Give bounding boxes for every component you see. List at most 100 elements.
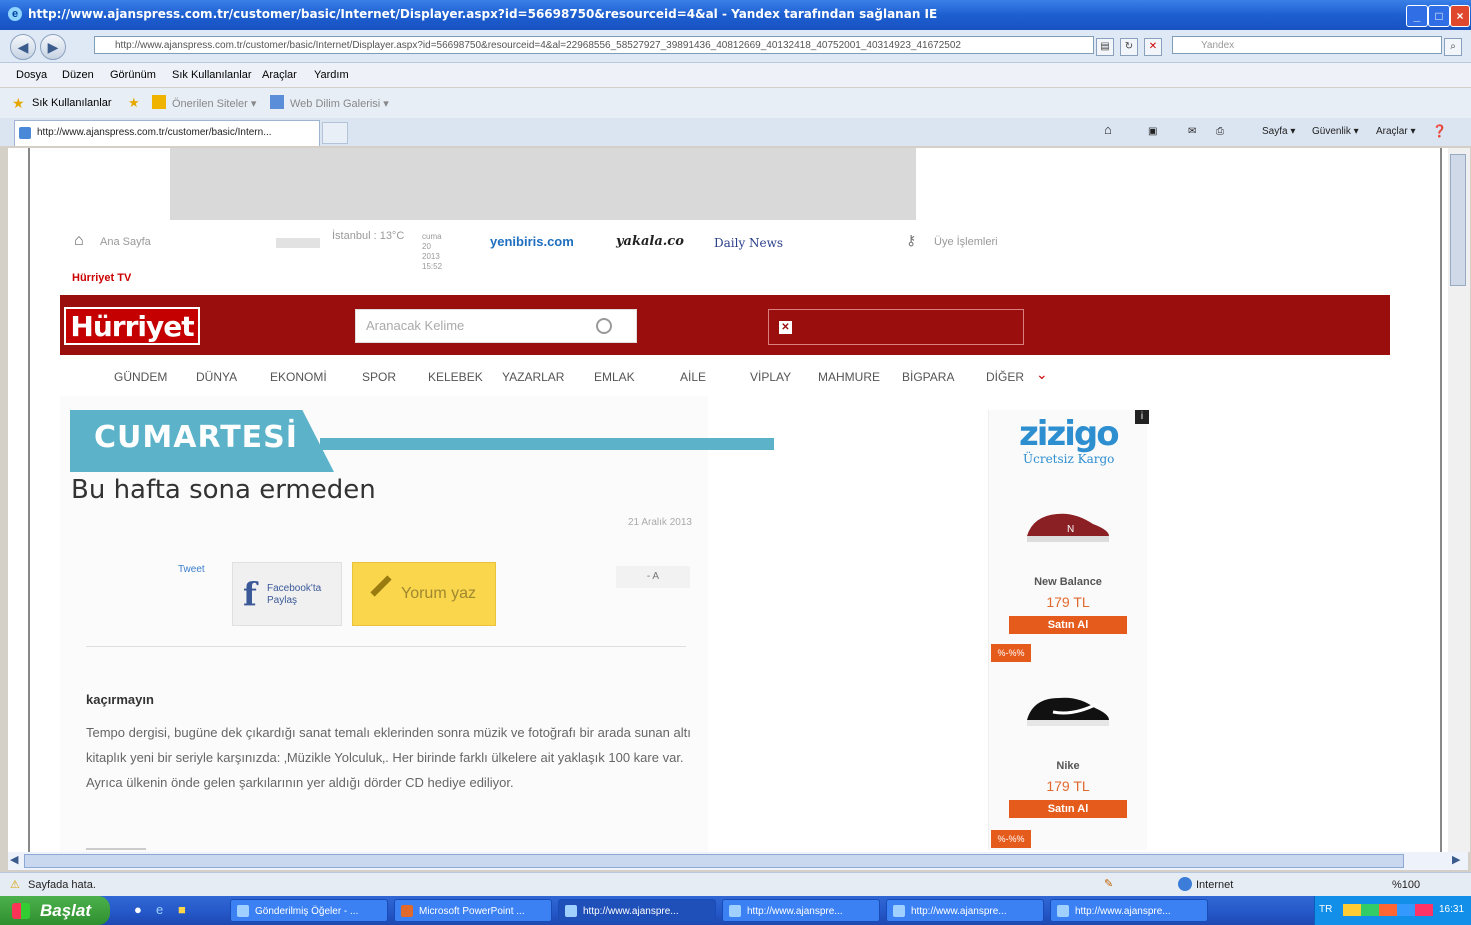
close-icon[interactable]: ✕ [779,321,792,334]
web-slice-gallery[interactable]: Web Dilim Galerisi ▾ [290,97,389,110]
scroll-right-icon[interactable]: ▶ [1452,853,1460,866]
feeds-icon[interactable]: ▣ [1148,126,1157,137]
home-link[interactable]: Ana Sayfa [100,236,151,248]
warning-icon[interactable]: ⚠ [10,878,20,891]
task-label: Microsoft PowerPoint ... [419,906,525,917]
add-favorite-icon[interactable]: ★ [128,95,140,111]
font-size-control[interactable]: - A [616,566,690,588]
site-search-input[interactable]: Aranacak Kelime [355,309,637,343]
ie-icon [893,905,905,917]
tweet-button[interactable]: Tweet [178,564,205,575]
page-viewport: ⌂ Ana Sayfa İstanbul : 13°C cuma 20 2013… [8,148,1448,852]
status-text[interactable]: Sayfada hata. [28,879,96,891]
buy-button[interactable]: Satın Al [1009,800,1127,818]
system-tray: TR 16:31 [1314,896,1471,925]
tray-icons[interactable] [1343,904,1433,916]
nav-bigpara[interactable]: BİGPARA [902,370,954,384]
vertical-scroll-thumb[interactable] [1450,154,1466,286]
taskbar-item[interactable]: http://www.ajanspre... [558,899,716,922]
nav-kelebek[interactable]: KELEBEK [428,370,483,384]
windows-flag-icon [12,903,30,919]
taskbar-item[interactable]: Microsoft PowerPoint ... [394,899,552,922]
clock[interactable]: 16:31 [1439,904,1464,915]
home-icon[interactable]: ⌂ [1104,122,1112,137]
top-ad-banner[interactable] [170,148,916,220]
search-icon[interactable] [596,318,612,334]
menu-tools[interactable]: Araçlar [262,69,297,81]
shoe-image-new-balance[interactable]: N [1023,502,1113,546]
buy-button[interactable]: Satın Al [1009,616,1127,634]
shoe-image-nike[interactable] [1023,686,1113,730]
search-icon[interactable]: ⌕ [1444,38,1462,56]
page-menu[interactable]: Sayfa ▾ [1262,126,1295,137]
zizigo-ad[interactable]: zizigo Ücretsiz Kargo i N New Balance 17… [988,410,1149,850]
quicklaunch-icon[interactable]: ● [134,902,142,917]
ad-info-icon[interactable]: i [1135,410,1149,424]
ie-quicklaunch-icon[interactable]: e [156,902,163,917]
taskbar-item[interactable]: http://www.ajanspre... [886,899,1044,922]
print-icon[interactable]: ⎙ [1216,126,1224,137]
close-button[interactable]: × [1450,5,1470,27]
suggested-sites[interactable]: Önerilen Siteler ▾ [172,97,256,110]
language-indicator[interactable]: TR [1319,904,1332,915]
menu-favorites[interactable]: Sık Kullanılanlar [172,69,252,81]
comment-button[interactable]: Yorum yaz [352,562,496,626]
taskbar-item[interactable]: http://www.ajanspre... [1050,899,1208,922]
facebook-share-button[interactable]: f Facebook'ta Paylaş [232,562,342,626]
help-icon[interactable]: ❓ [1432,124,1447,138]
menu-help[interactable]: Yardım [314,69,349,81]
menu-file[interactable]: Dosya [16,69,47,81]
minimize-button[interactable]: _ [1406,5,1428,27]
nav-ekonomi[interactable]: EKONOMİ [270,370,327,384]
stop-icon[interactable]: ✕ [1144,38,1162,56]
nav-diger[interactable]: DİĞER [986,370,1024,384]
menu-edit[interactable]: Düzen [62,69,94,81]
tools-menu[interactable]: Araçlar ▾ [1376,126,1415,137]
refresh-icon[interactable]: ↻ [1120,38,1138,56]
nav-aile[interactable]: AİLE [680,370,706,384]
new-tab-button[interactable] [322,122,348,144]
chevron-down-icon[interactable]: ⌄ [1036,366,1048,383]
horizontal-scroll-thumb[interactable] [24,854,1404,868]
folder-quicklaunch-icon[interactable]: ■ [178,902,186,917]
nav-viplay[interactable]: VİPLAY [750,370,791,384]
site-logo[interactable]: Hürriyet [64,307,200,345]
home-icon[interactable]: ⌂ [74,232,84,250]
horizontal-scrollbar[interactable]: ◀ ▶ [8,852,1468,870]
site-nav: GÜNDEM DÜNYA EKONOMİ SPOR KELEBEK YAZARL… [60,358,1390,394]
favorites-label[interactable]: Sık Kullanılanlar [32,97,112,109]
member-link[interactable]: Üye İşlemleri [934,236,998,248]
nav-mahmure[interactable]: MAHMURE [818,370,880,384]
comment-label: Yorum yaz [401,585,476,602]
yakala-logo[interactable]: yakala.co [616,234,684,249]
header-ad-box[interactable]: ✕ [768,309,1024,345]
forward-button[interactable]: ▶ [40,34,66,60]
zizigo-logo[interactable]: zizigo [1019,414,1120,454]
search-input[interactable]: Yandex [1172,36,1442,54]
menu-view[interactable]: Görünüm [110,69,156,81]
browser-tab[interactable]: http://www.ajanspress.com.tr/customer/ba… [14,120,320,146]
key-icon: ⚷ [906,232,917,248]
nav-gundem[interactable]: GÜNDEM [114,370,167,384]
taskbar-item[interactable]: http://www.ajanspre... [722,899,880,922]
nav-yazarlar[interactable]: YAZARLAR [502,370,564,384]
compat-view-icon[interactable]: ▤ [1096,38,1114,56]
zoom-level[interactable]: %100 [1392,879,1420,891]
daily-news-logo[interactable]: Daily News [714,236,783,250]
hurriyet-tv-link[interactable]: Hürriyet TV [72,272,131,284]
scroll-left-icon[interactable]: ◀ [10,853,18,866]
maximize-button[interactable]: □ [1428,5,1450,27]
powerpoint-icon [401,905,413,917]
nav-spor[interactable]: SPOR [362,370,396,384]
nav-dunya[interactable]: DÜNYA [196,370,237,384]
taskbar-item[interactable]: Gönderilmiş Öğeler - ... [230,899,388,922]
back-button[interactable]: ◀ [10,34,36,60]
yenibiris-logo[interactable]: yenibiris.com [490,234,574,249]
safety-menu[interactable]: Güvenlik ▾ [1312,126,1359,137]
address-input[interactable]: http://www.ajanspress.com.tr/customer/ba… [94,36,1094,54]
vertical-scrollbar[interactable] [1448,148,1470,852]
mail-icon[interactable]: ✉ [1188,126,1196,137]
facebook-icon: f [243,575,257,613]
nav-emlak[interactable]: EMLAK [594,370,635,384]
start-button[interactable]: Başlat [0,896,110,925]
